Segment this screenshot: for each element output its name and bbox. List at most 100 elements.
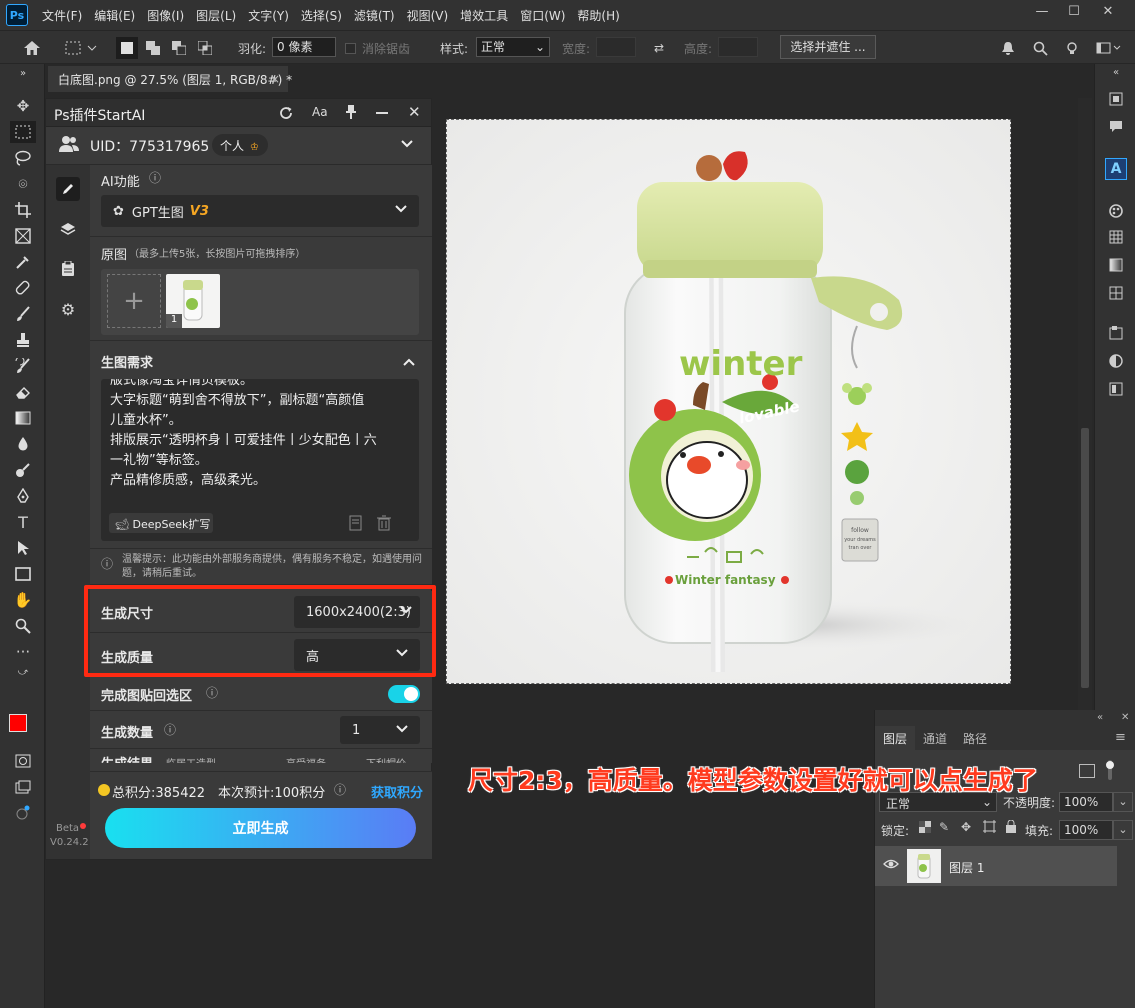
fill-input[interactable]: 100%	[1059, 820, 1113, 840]
get-points-link[interactable]: 获取积分	[371, 782, 423, 801]
share-icon[interactable]	[10, 802, 36, 824]
search-icon[interactable]	[1030, 37, 1050, 59]
marquee-tool-icon[interactable]	[10, 121, 36, 143]
close-panel-icon[interactable]: ✕	[1121, 712, 1129, 723]
trash-icon[interactable]	[377, 515, 393, 531]
properties-panel-icon[interactable]	[1105, 378, 1127, 400]
height-input[interactable]	[718, 37, 758, 57]
intersect-selection-icon[interactable]	[194, 37, 216, 59]
source-thumbnail[interactable]: 1	[166, 274, 220, 328]
new-selection-icon[interactable]	[116, 37, 138, 59]
lock-image-icon[interactable]: ✎	[939, 820, 953, 834]
color-panel-icon[interactable]	[1105, 200, 1127, 222]
move-tool-icon[interactable]: ✥	[10, 95, 36, 117]
menu-image[interactable]: 图像(I)	[141, 7, 190, 24]
swap-icon[interactable]: ⇄	[648, 37, 670, 59]
gradients-panel-icon[interactable]	[1105, 254, 1127, 276]
close-panel-icon[interactable]: ✕	[408, 103, 421, 121]
swap-colors-icon[interactable]: ⤻	[10, 664, 36, 680]
lock-transparent-icon[interactable]	[919, 821, 931, 833]
patterns-panel-icon[interactable]	[1105, 282, 1127, 304]
menu-help[interactable]: 帮助(H)	[571, 7, 625, 24]
screen-mode-icon[interactable]	[10, 776, 36, 798]
add-image-button[interactable]: +	[107, 274, 161, 328]
layer-row[interactable]: 图层 1	[875, 846, 1117, 886]
info-icon[interactable]: ⓘ	[164, 721, 176, 738]
chevron-down-icon[interactable]	[400, 138, 414, 152]
visibility-eye-icon[interactable]	[883, 858, 899, 872]
close-tab-icon[interactable]: ×	[270, 72, 280, 86]
document-canvas[interactable]: winter lovable Winter fantasy follow you…	[446, 119, 1011, 684]
comments-panel-icon[interactable]	[1105, 116, 1127, 138]
home-icon[interactable]	[20, 37, 44, 59]
info-icon[interactable]: ⓘ	[149, 169, 161, 186]
edit-icon[interactable]	[56, 177, 80, 201]
menu-view[interactable]: 视图(V)	[401, 7, 455, 24]
swatches-panel-icon[interactable]	[1105, 226, 1127, 248]
layer-name[interactable]: 图层 1	[949, 859, 984, 876]
info-icon[interactable]: ⓘ	[334, 781, 346, 798]
rectangle-tool-icon[interactable]	[10, 563, 36, 585]
lightbulb-icon[interactable]	[1062, 37, 1082, 59]
workspace-icon[interactable]	[1094, 37, 1124, 59]
antialias-checkbox[interactable]	[344, 37, 356, 59]
healing-brush-tool-icon[interactable]	[10, 277, 36, 299]
crop-tool-icon[interactable]	[10, 199, 36, 221]
tab-paths[interactable]: 路径	[955, 726, 995, 750]
collapse-icon[interactable]: «	[1105, 66, 1127, 78]
gradient-tool-icon[interactable]	[10, 407, 36, 429]
menu-filter[interactable]: 滤镜(T)	[348, 7, 401, 24]
minimize-panel-icon[interactable]	[376, 112, 388, 114]
menu-window[interactable]: 窗口(W)	[514, 7, 571, 24]
libraries-panel-icon[interactable]	[1105, 322, 1127, 344]
layers-stack-icon[interactable]	[56, 217, 80, 241]
hand-tool-icon[interactable]: ✋	[10, 589, 36, 611]
object-select-tool-icon[interactable]: ⌾	[10, 173, 36, 195]
refresh-icon[interactable]	[278, 105, 294, 121]
close-window-button[interactable]: ✕	[1092, 0, 1124, 22]
adjustments-panel-icon[interactable]	[1105, 350, 1127, 372]
settings-gear-icon[interactable]: ⚙	[56, 297, 80, 321]
lock-position-icon[interactable]: ✥	[961, 820, 975, 834]
menu-file[interactable]: 文件(F)	[36, 7, 88, 24]
font-size-button[interactable]: Aa	[312, 105, 328, 119]
history-brush-tool-icon[interactable]	[10, 355, 36, 377]
result-option-2[interactable]: 享受福务	[286, 755, 326, 763]
clipboard-icon[interactable]	[56, 257, 80, 281]
chevron-down-icon[interactable]: ⌄	[1113, 792, 1133, 812]
menu-plugins[interactable]: 增效工具	[454, 7, 514, 24]
menu-edit[interactable]: 编辑(E)	[88, 7, 141, 24]
scrollbar-thumb[interactable]	[1081, 428, 1089, 688]
filter-layer-icon[interactable]	[1079, 764, 1095, 778]
filter-toggle-icon[interactable]	[1105, 760, 1115, 780]
tab-channels[interactable]: 通道	[915, 726, 955, 750]
menu-select[interactable]: 选择(S)	[295, 7, 348, 24]
lock-all-icon[interactable]	[1005, 819, 1019, 834]
history-doc-icon[interactable]	[349, 515, 365, 531]
result-option-1[interactable]: 临居工造型	[166, 755, 216, 763]
opacity-input[interactable]: 100%	[1059, 792, 1113, 812]
notification-icon[interactable]	[998, 37, 1018, 59]
frame-tool-icon[interactable]	[10, 225, 36, 247]
chevron-down-icon[interactable]: ⌄	[1113, 820, 1133, 840]
canvas-vertical-scrollbar[interactable]	[1078, 98, 1092, 710]
eyedropper-tool-icon[interactable]	[10, 251, 36, 273]
document-tab[interactable]: 白底图.png @ 27.5% (图层 1, RGB/8#) * ×	[48, 66, 292, 92]
brush-tool-icon[interactable]	[10, 303, 36, 325]
path-select-tool-icon[interactable]	[10, 537, 36, 559]
panel-menu-icon[interactable]: ≡	[1115, 730, 1126, 745]
dodge-tool-icon[interactable]	[10, 459, 36, 481]
pin-icon[interactable]	[344, 104, 360, 122]
foreground-color-swatch[interactable]	[9, 714, 27, 732]
lock-artboard-icon[interactable]	[983, 820, 997, 834]
history-panel-icon[interactable]	[1105, 88, 1127, 110]
width-input[interactable]	[596, 37, 636, 57]
marquee-preset-icon[interactable]	[62, 37, 100, 59]
quick-mask-icon[interactable]	[10, 750, 36, 772]
paste-back-toggle[interactable]	[388, 685, 420, 703]
zoom-tool-icon[interactable]	[10, 615, 36, 637]
collapse-icon[interactable]: «	[1097, 712, 1103, 723]
deepseek-expand-button[interactable]: 🐋︎ DeepSeek扩写	[109, 513, 213, 533]
menu-layer[interactable]: 图层(L)	[190, 7, 242, 24]
count-select[interactable]: 1	[340, 716, 420, 744]
